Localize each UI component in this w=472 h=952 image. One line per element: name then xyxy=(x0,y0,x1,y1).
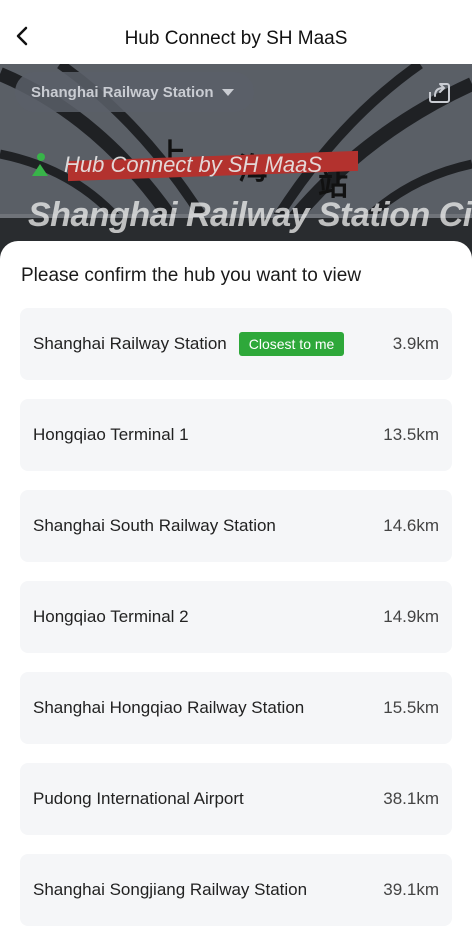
hub-name: Shanghai Railway Station xyxy=(33,334,227,353)
hub-row-shanghai-hongqiao-railway-station[interactable]: Shanghai Hongqiao Railway Station 15.5km xyxy=(20,672,452,744)
hub-selector-label: Shanghai Railway Station xyxy=(31,83,214,101)
hub-list: Shanghai Railway Station Closest to me 3… xyxy=(20,308,452,945)
closest-badge: Closest to me xyxy=(238,332,345,356)
hub-distance: 14.6km xyxy=(383,516,439,535)
hub-row-hongqiao-terminal-2[interactable]: Hongqiao Terminal 2 14.9km xyxy=(20,581,452,653)
caret-down-icon xyxy=(221,88,234,96)
hub-distance: 3.9km xyxy=(392,334,439,353)
hub-selection-sheet: Please confirm the hub you want to view … xyxy=(0,241,472,952)
hub-connect-sign: Hub Connect by SH MaaS xyxy=(28,150,358,182)
station-city-banner: Shanghai Railway Station City xyxy=(28,196,472,234)
hub-row-shanghai-songjiang-railway-station[interactable]: Shanghai Songjiang Railway Station 39.1k… xyxy=(20,854,452,926)
hub-distance: 15.5km xyxy=(383,698,439,717)
share-icon[interactable] xyxy=(426,80,452,106)
hub-name: Hongqiao Terminal 1 xyxy=(33,425,189,444)
sign-text: Hub Connect by SH MaaS xyxy=(64,152,323,177)
hub-row-pudong-international-airport[interactable]: Pudong International Airport 38.1km xyxy=(20,763,452,835)
hub-name: Shanghai Songjiang Railway Station xyxy=(33,880,308,899)
runner-logo-icon xyxy=(32,153,48,176)
sheet-title: Please confirm the hub you want to view xyxy=(21,265,362,286)
hub-name: Shanghai South Railway Station xyxy=(33,516,276,535)
hub-distance: 39.1km xyxy=(383,880,439,899)
hub-row-shanghai-railway-station[interactable]: Shanghai Railway Station Closest to me 3… xyxy=(20,308,452,380)
top-bar: Hub Connect by SH MaaS xyxy=(0,0,472,64)
hub-row-hongqiao-terminal-1[interactable]: Hongqiao Terminal 1 13.5km xyxy=(20,399,452,471)
hub-name: Hongqiao Terminal 2 xyxy=(33,607,189,626)
hub-name: Pudong International Airport xyxy=(33,789,244,808)
hub-row-shanghai-south-railway-station[interactable]: Shanghai South Railway Station 14.6km xyxy=(20,490,452,562)
hub-distance: 13.5km xyxy=(383,425,439,444)
hub-distance: 38.1km xyxy=(383,789,439,808)
hub-name: Shanghai Hongqiao Railway Station xyxy=(33,698,305,717)
page-title: Hub Connect by SH MaaS xyxy=(124,28,348,49)
hero-banner: 上 海 站 Hub Connect by SH MaaS Shanghai Ra… xyxy=(0,64,472,264)
hub-distance: 14.9km xyxy=(383,607,439,626)
hub-selector-dropdown[interactable]: Shanghai Railway Station xyxy=(15,72,254,112)
